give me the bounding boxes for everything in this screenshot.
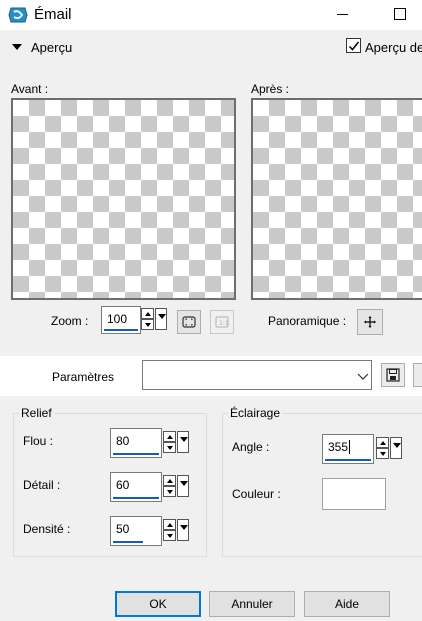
flou-input[interactable]: 80	[110, 428, 162, 458]
svg-text:1:1: 1:1	[219, 320, 229, 327]
save-preset-button[interactable]	[381, 363, 405, 387]
densite-slider-dropdown-icon[interactable]	[177, 519, 189, 541]
flou-slider-dropdown-icon[interactable]	[177, 431, 189, 453]
zoom-value: 100	[107, 312, 128, 326]
angle-spinner[interactable]	[376, 437, 389, 459]
save-icon	[386, 368, 400, 382]
app-icon	[8, 6, 28, 24]
eclairage-group-title: Éclairage	[228, 406, 283, 420]
zoom-down-icon[interactable]	[141, 319, 154, 330]
presets-combobox[interactable]	[142, 360, 372, 390]
help-button[interactable]: Aide	[304, 591, 390, 617]
detail-spinner[interactable]	[163, 475, 176, 497]
apercu-toggle-label[interactable]: Aperçu	[31, 40, 72, 55]
angle-value: 355	[328, 440, 351, 454]
angle-underline	[325, 459, 371, 461]
angle-up-icon[interactable]	[376, 437, 389, 448]
flou-up-icon[interactable]	[163, 431, 176, 442]
relief-group-title: Relief	[19, 406, 54, 420]
zoom-spinner[interactable]	[141, 308, 154, 330]
couleur-swatch[interactable]	[322, 478, 386, 510]
detail-slider-dropdown-icon[interactable]	[177, 475, 189, 497]
flou-underline	[113, 453, 159, 455]
zoom-fit-icon	[182, 316, 196, 328]
angle-label: Angle :	[232, 440, 270, 454]
detail-label: Détail :	[23, 478, 61, 492]
flou-label: Flou :	[23, 434, 54, 448]
angle-input[interactable]: 355	[322, 434, 374, 464]
detail-underline	[113, 497, 159, 499]
minimize-icon[interactable]	[337, 14, 348, 15]
after-label: Après :	[251, 82, 290, 96]
densite-value: 50	[116, 522, 130, 536]
before-preview-pane[interactable]	[11, 98, 236, 300]
reset-preset-button[interactable]	[413, 363, 422, 387]
checkmark-icon	[348, 41, 360, 51]
ok-button[interactable]: OK	[115, 591, 201, 617]
densite-down-icon[interactable]	[163, 530, 176, 541]
zoom-up-icon[interactable]	[141, 308, 154, 319]
densite-label: Densité :	[23, 522, 71, 536]
flou-spinner[interactable]	[163, 431, 176, 453]
couleur-label: Couleur :	[232, 487, 281, 501]
chevron-down-icon	[357, 373, 369, 380]
preview-checkbox-label[interactable]: Aperçu de	[365, 40, 422, 55]
zoom-input[interactable]: 100	[101, 306, 141, 334]
maximize-icon[interactable]	[394, 8, 406, 20]
detail-input[interactable]: 60	[110, 472, 162, 502]
before-label: Avant :	[11, 82, 49, 96]
presets-label: Paramètres	[52, 370, 115, 384]
densite-up-icon[interactable]	[163, 519, 176, 530]
actual-size-icon: 1:1	[215, 316, 229, 328]
cancel-button[interactable]: Annuler	[209, 591, 295, 617]
zoom-slider-dropdown-icon[interactable]	[155, 308, 167, 330]
detail-up-icon[interactable]	[163, 475, 176, 486]
angle-down-icon[interactable]	[376, 448, 389, 459]
preview-checkbox[interactable]	[346, 38, 361, 53]
pan-button[interactable]	[357, 309, 383, 335]
zoom-fit-button[interactable]	[177, 310, 201, 334]
densite-spinner[interactable]	[163, 519, 176, 541]
pan-move-icon	[364, 316, 376, 328]
window-title: Émail	[34, 6, 72, 23]
zoom-actual-size-button[interactable]: 1:1	[210, 310, 234, 334]
flou-value: 80	[116, 434, 130, 448]
angle-slider-dropdown-icon[interactable]	[390, 437, 402, 459]
zoom-label: Zoom :	[51, 314, 89, 328]
collapse-triangle-icon[interactable]	[12, 44, 22, 50]
after-preview-pane[interactable]	[251, 98, 422, 300]
zoom-underline	[104, 329, 138, 331]
densite-input[interactable]: 50	[110, 516, 162, 546]
detail-value: 60	[116, 478, 130, 492]
densite-underline	[113, 541, 143, 543]
panoramique-label: Panoramique :	[268, 314, 347, 328]
flou-down-icon[interactable]	[163, 442, 176, 453]
detail-down-icon[interactable]	[163, 486, 176, 497]
